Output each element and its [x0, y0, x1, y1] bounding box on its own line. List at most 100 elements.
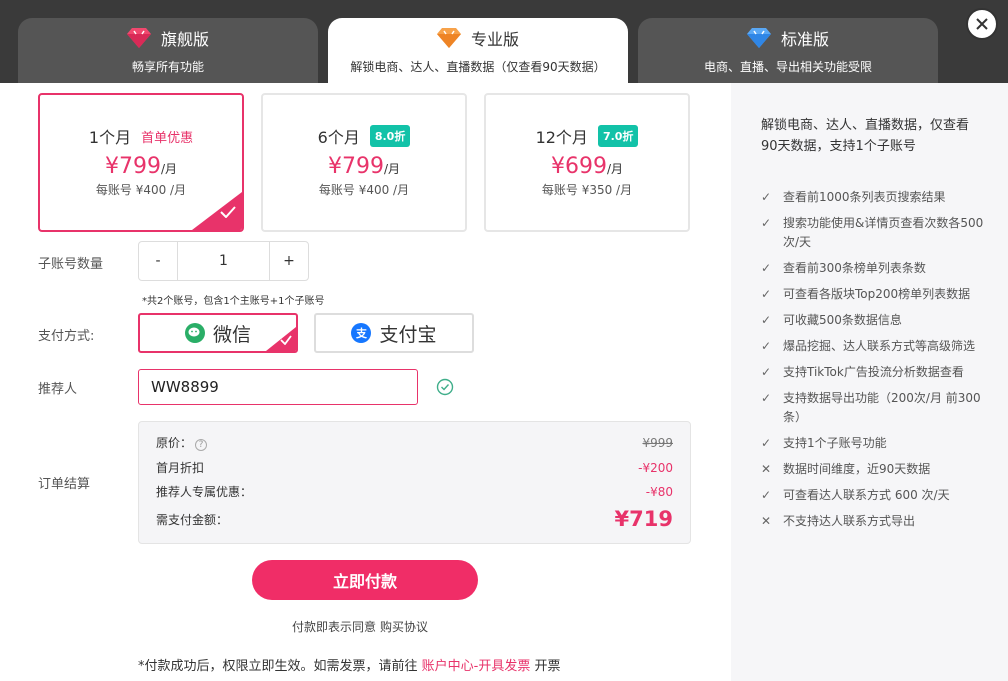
check-icon: ✓	[761, 339, 772, 353]
sub-account-stepper: - 1 +	[138, 241, 309, 281]
plan-card-1-month[interactable]: 1个月 首单优惠 ¥799/月 每账号 ¥400 /月	[38, 93, 244, 232]
referrer-discount-value: -¥80	[645, 484, 673, 499]
tab-flagship-title: 旗舰版	[160, 30, 209, 49]
ruby-gem-icon	[126, 28, 151, 48]
cross-icon: ✕	[761, 462, 772, 476]
invoice-center-link[interactable]: 账户中心-开具发票	[422, 659, 531, 674]
feature-item: ✓ 查看前300条榜单列表条数	[761, 259, 991, 278]
feature-text: 爆品挖掘、达人联系方式等高级筛选	[783, 339, 976, 353]
summary-original-row: 原价：? ¥999	[156, 434, 673, 451]
tab-standard[interactable]: 标准版 电商、直播、导出相关功能受限	[638, 18, 938, 83]
feature-item: ✕ 不支持达人联系方式导出	[761, 512, 991, 531]
sub-account-label: 子账号数量	[38, 257, 104, 272]
order-summary-box: 原价：? ¥999 首月折扣 -¥200 推荐人专属优惠： -¥80 需支付金额…	[138, 421, 691, 544]
invoice-note: *付款成功后，权限立即生效。如需发票，请前往 账户中心-开具发票 开票	[138, 655, 560, 674]
feature-text: 搜索功能使用&详情页查看次数各500次/天	[783, 216, 984, 249]
plan-price-unit: /月	[383, 162, 401, 176]
tab-standard-title: 标准版	[780, 30, 829, 49]
feature-item: ✕ 数据时间维度，近90天数据	[761, 460, 991, 479]
close-button[interactable]	[966, 8, 998, 40]
feature-text: 支持1个子账号功能	[783, 436, 887, 450]
tab-flagship[interactable]: 旗舰版 畅享所有功能	[18, 18, 318, 83]
summary-first-month-row: 首月折扣 -¥200	[156, 459, 673, 476]
feature-text: 可收藏500条数据信息	[783, 313, 902, 327]
stepper-plus-button[interactable]: +	[270, 242, 308, 280]
plan-price: ¥799	[327, 154, 384, 179]
pay-wechat-label: 微信	[212, 323, 251, 346]
discount-badge: 7.0折	[597, 125, 639, 147]
plan-promo-tag: 首单优惠	[141, 130, 194, 146]
check-icon: ✓	[761, 216, 772, 230]
verified-check-icon	[436, 378, 454, 396]
tab-flagship-subtitle: 畅享所有功能	[131, 60, 204, 74]
summary-total-row: 需支付金额： ¥719	[156, 507, 673, 531]
plan-price-unit: /月	[606, 162, 624, 176]
plan-card-12-months[interactable]: 12个月 7.0折 ¥699/月 每账号 ¥350 /月	[484, 93, 690, 232]
referrer-input[interactable]	[138, 369, 418, 405]
plan-period: 6个月	[317, 128, 360, 147]
sub-account-note: *共2个账号，包含1个主账号+1个子账号	[142, 296, 325, 307]
pay-alipay-option[interactable]: 支 支付宝	[314, 313, 474, 353]
stepper-minus-button[interactable]: -	[139, 242, 177, 280]
payment-method-label: 支付方式:	[38, 329, 95, 344]
plan-price: ¥699	[550, 154, 607, 179]
plan-price: ¥799	[104, 154, 161, 179]
feature-item: ✓ 可查看各版块Top200榜单列表数据	[761, 285, 991, 304]
plan-intro: 解锁电商、达人、直播数据，仅查看90天数据，支持1个子账号	[761, 118, 970, 154]
tier-tab-bar: 旗舰版 畅享所有功能 专业版 解锁电商、达人、直播数据（仅查看90天数据） 标准…	[0, 0, 1008, 83]
selected-corner	[266, 327, 296, 351]
stepper-value[interactable]: 1	[177, 242, 270, 280]
feature-item: ✓ 爆品挖掘、达人联系方式等高级筛选	[761, 337, 991, 356]
check-icon	[280, 335, 292, 345]
invoice-note-prefix: *付款成功后，权限立即生效。如需发票，请前往	[138, 659, 422, 674]
feature-text: 查看前300条榜单列表条数	[783, 261, 926, 275]
check-icon: ✓	[761, 261, 772, 275]
purchase-agreement-link[interactable]: 购买协议	[380, 620, 428, 634]
first-month-value: -¥200	[638, 460, 673, 475]
close-icon	[976, 18, 988, 30]
feature-item: ✓ 搜索功能使用&详情页查看次数各500次/天	[761, 214, 991, 252]
original-price-label: 原价：	[156, 436, 193, 450]
plan-price-unit: /月	[160, 162, 178, 176]
feature-text: 数据时间维度，近90天数据	[783, 462, 931, 476]
plan-features-sidebar: 解锁电商、达人、直播数据，仅查看90天数据，支持1个子账号 ✓ 查看前1000条列…	[731, 83, 1008, 681]
summary-referrer-row: 推荐人专属优惠： -¥80	[156, 483, 673, 500]
first-month-label: 首月折扣	[156, 461, 205, 475]
feature-text: 不支持达人联系方式导出	[783, 514, 916, 528]
check-icon	[220, 206, 236, 218]
feature-item: ✓ 可查看达人联系方式 600 次/天	[761, 486, 991, 505]
alipay-icon: 支	[351, 323, 372, 343]
check-icon: ✓	[761, 287, 772, 301]
pay-alipay-label: 支付宝	[379, 323, 437, 346]
wechat-icon	[184, 323, 205, 343]
check-icon: ✓	[761, 313, 772, 327]
check-icon: ✓	[761, 365, 772, 379]
cross-icon: ✕	[761, 514, 772, 528]
total-value: ¥719	[614, 507, 673, 531]
plan-card-6-months[interactable]: 6个月 8.0折 ¥799/月 每账号 ¥400 /月	[261, 93, 467, 232]
plan-per-account: 每账号 ¥350 /月	[541, 183, 633, 197]
plan-per-account: 每账号 ¥400 /月	[318, 183, 410, 197]
feature-text: 支持TikTok广告投流分析数据查看	[783, 365, 964, 379]
order-summary-label: 订单结算	[38, 477, 91, 492]
feature-text: 可查看各版块Top200榜单列表数据	[783, 287, 971, 301]
order-panel: 1个月 首单优惠 ¥799/月 每账号 ¥400 /月 6个月 8.0折 ¥79…	[0, 83, 731, 681]
feature-item: ✓ 支持数据导出功能（200次/月 前300条）	[761, 389, 991, 427]
feature-text: 可查看达人联系方式 600 次/天	[783, 488, 950, 502]
agreement-text: 付款即表示同意 购买协议	[292, 618, 428, 635]
plan-period: 1个月	[88, 128, 132, 147]
feature-item: ✓ 可收藏500条数据信息	[761, 311, 991, 330]
check-icon: ✓	[761, 190, 772, 204]
discount-badge: 8.0折	[369, 125, 411, 147]
blue-gem-icon	[746, 28, 771, 48]
question-icon[interactable]: ?	[195, 439, 208, 451]
feature-list: ✓ 查看前1000条列表页搜索结果 ✓ 搜索功能使用&详情页查看次数各500次/天 …	[761, 188, 991, 538]
tab-pro[interactable]: 专业版 解锁电商、达人、直播数据（仅查看90天数据）	[328, 18, 628, 83]
check-icon: ✓	[761, 488, 772, 502]
tab-pro-subtitle: 解锁电商、达人、直播数据（仅查看90天数据）	[350, 60, 606, 74]
pay-now-button[interactable]: 立即付款	[252, 560, 478, 600]
pay-wechat-option[interactable]: 微信	[138, 313, 298, 353]
plan-period: 12个月	[535, 128, 588, 147]
tab-pro-title: 专业版	[470, 30, 519, 49]
selected-corner	[192, 192, 242, 230]
